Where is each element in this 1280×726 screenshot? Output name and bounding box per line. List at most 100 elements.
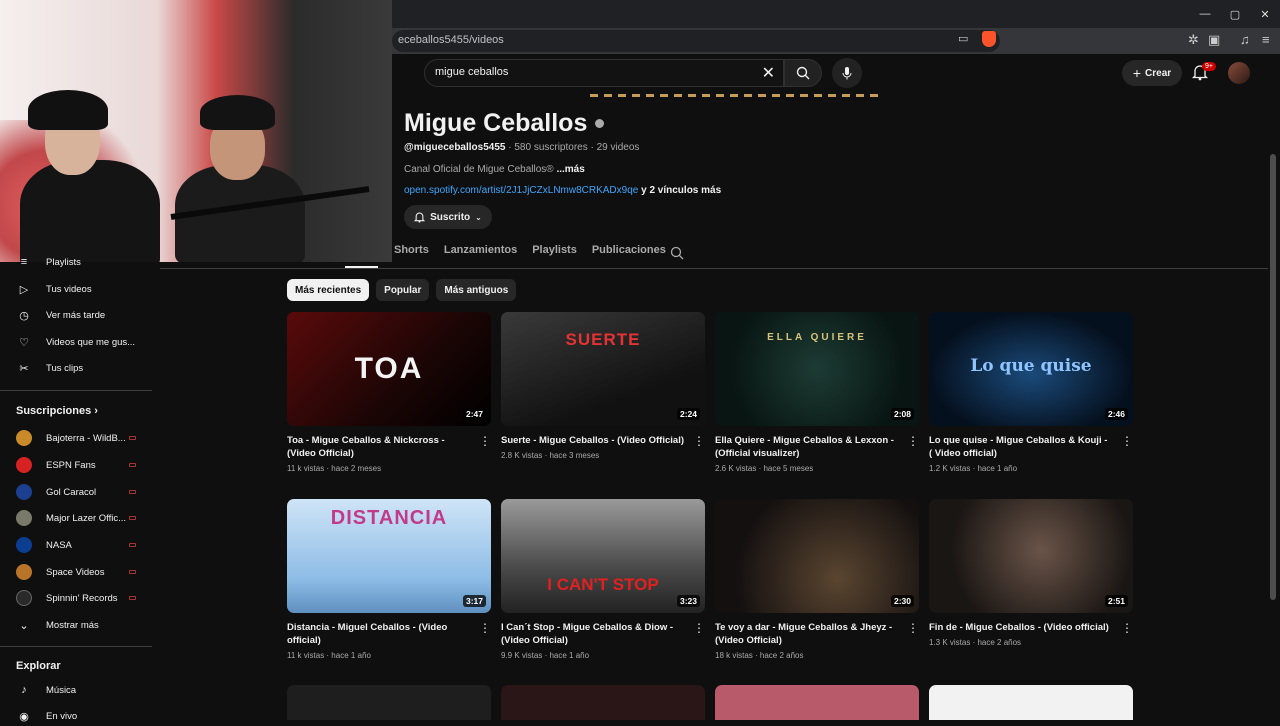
thumbnail-text: I CAN'T STOP (547, 575, 659, 594)
sidebar-item-music[interactable]: ♪ Música (16, 680, 152, 700)
video-thumbnail[interactable]: SUERTE 2:24 (501, 312, 705, 426)
live-indicator-icon (129, 463, 136, 467)
address-bar[interactable]: eceballos5455/videos (392, 30, 1000, 52)
search-input[interactable]: migue ceballos ✕ (424, 59, 784, 87)
video-thumbnail[interactable]: ELLA QUIERE 2:08 (715, 312, 919, 426)
video-card[interactable]: Lo que quise 2:46 Lo que quise - Migue C… (929, 312, 1133, 473)
sidebar-sub-espn-fans[interactable]: ESPN Fans (16, 455, 152, 475)
more-options-icon[interactable]: ⋮ (693, 621, 705, 635)
sidebar-item-liked-videos[interactable]: ♡ Videos que me gus... (16, 332, 152, 352)
description-more[interactable]: ...más (556, 164, 584, 175)
sidebar-sub-space-videos[interactable]: Space Videos (16, 562, 152, 582)
clear-search-icon[interactable]: ✕ (762, 63, 775, 83)
create-button[interactable]: + Crear (1122, 60, 1182, 86)
live-indicator-icon (129, 516, 136, 520)
video-thumbnail[interactable] (715, 685, 919, 720)
sidebar-sub-nasa[interactable]: NASA (16, 535, 152, 555)
cast-icon[interactable]: ▭ (958, 32, 968, 45)
sidebar-sub-label: NASA (46, 539, 72, 551)
more-links[interactable]: y 2 vínculos más (638, 185, 721, 196)
video-card[interactable]: 2:30 Te voy a dar - Migue Ceballos & Jhe… (715, 499, 919, 660)
video-thumbnail[interactable]: 2:51 (929, 499, 1133, 613)
live-indicator-icon (129, 596, 136, 600)
tab-playlists[interactable]: Playlists (532, 244, 577, 256)
duration-badge: 3:23 (676, 595, 700, 607)
video-title[interactable]: Distancia - Miguel Ceballos - (Video off… (287, 621, 471, 647)
video-title[interactable]: I Can´t Stop - Migue Ceballos & Diow - (… (501, 621, 685, 647)
tab-releases[interactable]: Lanzamientos (444, 244, 517, 256)
url-text[interactable]: eceballos5455/videos (398, 34, 504, 46)
tab-shorts[interactable]: Shorts (394, 244, 429, 256)
more-options-icon[interactable]: ⋮ (479, 621, 491, 635)
more-options-icon[interactable]: ⋮ (1121, 621, 1133, 635)
sidebar-item-your-videos[interactable]: ▷ Tus videos (16, 279, 152, 299)
spotify-link[interactable]: open.spotify.com/artist/2J1JjCZxLNmw8CRK… (404, 185, 638, 196)
subscriptions-heading[interactable]: Suscripciones › (16, 405, 98, 417)
search-button[interactable] (784, 59, 822, 87)
chip-oldest[interactable]: Más antiguos (436, 279, 517, 301)
video-card[interactable]: 2:51 Fin de - Migue Ceballos - (Video of… (929, 499, 1133, 647)
chip-popular[interactable]: Popular (376, 279, 430, 301)
subscribed-button[interactable]: Suscrito ⌄ (404, 205, 492, 229)
sort-chips: Más recientes Popular Más antiguos (287, 279, 517, 301)
channel-links: open.spotify.com/artist/2J1JjCZxLNmw8CRK… (404, 185, 721, 196)
video-card[interactable]: SUERTE 2:24 Suerte - Migue Ceballos - (V… (501, 312, 705, 460)
more-options-icon[interactable]: ⋮ (907, 621, 919, 635)
page-scrollbar[interactable] (1270, 154, 1276, 600)
browser-menu-icon[interactable]: ≡ (1262, 32, 1270, 47)
video-card[interactable]: I CAN'T STOP 3:23 I Can´t Stop - Migue C… (501, 499, 705, 660)
more-options-icon[interactable]: ⋮ (1121, 434, 1133, 448)
sidebar-item-playlists[interactable]: ≡ Playlists (16, 252, 152, 272)
media-icon[interactable]: ♫ (1240, 32, 1250, 47)
video-thumbnail[interactable]: Lo que quise 2:46 (929, 312, 1133, 426)
account-avatar[interactable] (1228, 62, 1250, 84)
sidebar-item-clips[interactable]: ✂ Tus clips (16, 358, 152, 378)
sidebar-item-watch-later[interactable]: ◷ Ver más tarde (16, 305, 152, 325)
sidebar-item-live[interactable]: ◉ En vivo (16, 706, 152, 726)
tab-posts[interactable]: Publicaciones (592, 244, 666, 256)
video-card[interactable]: TOA 2:47 Toa - Migue Ceballos & Nickcros… (287, 312, 491, 473)
sidebar-sub-bajoterra[interactable]: Bajoterra - WildB... (16, 428, 152, 448)
sidebar-sub-gol-caracol[interactable]: Gol Caracol (16, 482, 152, 502)
brave-shield-icon[interactable] (982, 31, 996, 47)
search-value[interactable]: migue ceballos (435, 66, 508, 78)
video-title[interactable]: Lo que quise - Migue Ceballos & Kouji - … (929, 434, 1113, 460)
video-icon: ▷ (19, 283, 29, 296)
video-thumbnail[interactable]: 2:30 (715, 499, 919, 613)
sidebar-show-more[interactable]: ⌄ Mostrar más (16, 615, 152, 635)
channel-handle: @migueceballos5455 (404, 142, 506, 153)
video-title[interactable]: Fin de - Migue Ceballos - (Video officia… (929, 621, 1113, 634)
chip-most-recent[interactable]: Más recientes (287, 279, 370, 301)
channel-search-icon[interactable] (670, 246, 684, 260)
video-title[interactable]: Ella Quiere - Migue Ceballos & Lexxon - … (715, 434, 899, 460)
voice-search-button[interactable] (832, 58, 862, 88)
channel-banner-edge (590, 94, 880, 97)
duration-badge: 3:17 (462, 595, 486, 607)
video-thumbnail[interactable] (501, 685, 705, 720)
video-thumbnail[interactable]: DISTANCIA 3:17 (287, 499, 491, 613)
sidebar-sub-major-lazer[interactable]: Major Lazer Offic... (16, 508, 152, 528)
video-thumbnail[interactable] (929, 685, 1133, 720)
video-thumbnail[interactable]: I CAN'T STOP 3:23 (501, 499, 705, 613)
video-title[interactable]: Suerte - Migue Ceballos - (Video Officia… (501, 434, 685, 447)
sidebar-toggle-icon[interactable]: ▣ (1208, 32, 1220, 48)
video-card[interactable]: DISTANCIA 3:17 Distancia - Miguel Ceball… (287, 499, 491, 660)
video-meta: 11 k vistas · hace 1 año (287, 651, 371, 660)
channel-description[interactable]: Canal Oficial de Migue Ceballos® ...más (404, 164, 585, 175)
video-thumbnail[interactable] (287, 685, 491, 720)
minimize-button[interactable]: — (1190, 0, 1220, 28)
sidebar-sub-spinnin-records[interactable]: Spinnin' Records (16, 588, 152, 608)
maximize-button[interactable]: ▢ (1220, 0, 1250, 28)
close-window-button[interactable]: ✕ (1250, 0, 1280, 28)
video-title[interactable]: Te voy a dar - Migue Ceballos & Jheyz - … (715, 621, 899, 647)
verified-icon (595, 119, 605, 128)
more-options-icon[interactable]: ⋮ (479, 434, 491, 448)
video-thumbnail[interactable]: TOA 2:47 (287, 312, 491, 426)
scissors-icon: ✂ (19, 362, 29, 375)
video-title[interactable]: Toa - Migue Ceballos & Nickcross - (Vide… (287, 434, 471, 460)
more-options-icon[interactable]: ⋮ (693, 434, 705, 448)
more-options-icon[interactable]: ⋮ (907, 434, 919, 448)
video-card[interactable]: ELLA QUIERE 2:08 Ella Quiere - Migue Ceb… (715, 312, 919, 473)
video-meta: 2.6 K vistas · hace 5 meses (715, 464, 814, 473)
extensions-icon[interactable]: ✲ (1188, 32, 1199, 48)
